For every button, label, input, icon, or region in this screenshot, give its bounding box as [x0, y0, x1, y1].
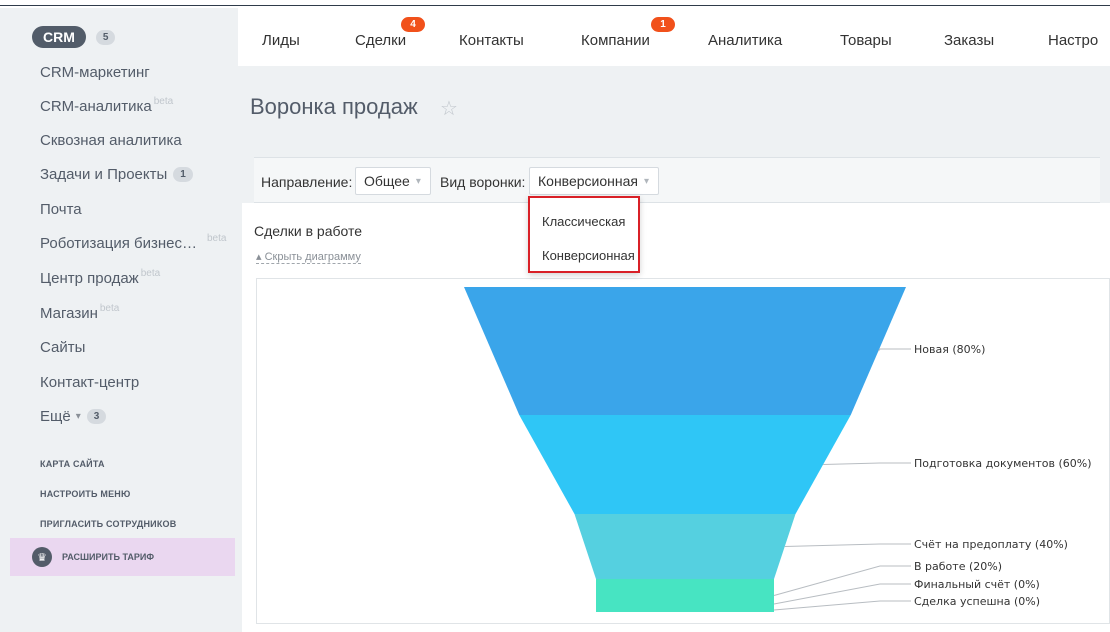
- dropdown-option-conversion[interactable]: Конверсионная: [542, 248, 635, 263]
- companies-count-badge: 1: [651, 17, 675, 32]
- funnel-band[interactable]: [464, 287, 906, 415]
- sidebar-item-label: Роботизация бизнес…: [40, 235, 197, 252]
- hide-chart-label: Скрыть диаграмму: [264, 251, 361, 263]
- funnel-leader-line: [823, 462, 911, 465]
- sidebar-item-end-to-end-analytics[interactable]: Сквозная аналитика: [40, 132, 182, 149]
- deals-count-badge: 4: [401, 17, 425, 32]
- sidebar-item-automation[interactable]: Роботизация бизнес… beta: [40, 233, 227, 252]
- funnel-chart-area: Новая (80%) Подготовка документов (60%) Сч…: [256, 278, 1110, 624]
- sidebar-item-label: Центр продаж: [40, 270, 139, 287]
- tasks-count-badge: 1: [173, 167, 193, 182]
- tab-orders[interactable]: Заказы: [944, 32, 994, 49]
- tab-leads[interactable]: Лиды: [262, 32, 300, 49]
- funnel-stage-label: Счёт на предоплату (40%): [914, 538, 1068, 551]
- sidebar-item-label: Магазин: [40, 305, 98, 322]
- direction-select-value: Общее: [364, 173, 410, 189]
- tab-settings[interactable]: Настро: [1048, 32, 1098, 49]
- funnel-stage-label: Новая (80%): [914, 343, 985, 356]
- sidebar-item-shop[interactable]: Магазин beta: [40, 303, 120, 322]
- hide-chart-link[interactable]: ▴ Скрыть диаграмму: [256, 250, 361, 264]
- section-title: Сделки в работе: [254, 223, 363, 239]
- sidebar-item-sales-center[interactable]: Центр продаж beta: [40, 268, 161, 287]
- funnel-type-dropdown: Классическая Конверсионная: [528, 196, 640, 273]
- tab-label: Лиды: [262, 32, 300, 49]
- funnel-stage-label: В работе (20%): [914, 560, 1002, 573]
- filter-bar: Направление: Общее ▾ Вид воронки: Конвер…: [254, 157, 1100, 203]
- tab-companies[interactable]: 1 Компании: [581, 17, 675, 49]
- funnel-leader-line: [877, 348, 911, 352]
- app-window: CRM 5 CRM-маркетинг CRM-аналитика beta С…: [0, 0, 1110, 632]
- sidebar-item-label: Ещё: [40, 408, 71, 425]
- tab-analytics[interactable]: Аналитика: [708, 32, 782, 49]
- tab-products[interactable]: Товары: [840, 32, 892, 49]
- tab-contacts[interactable]: Контакты: [459, 32, 524, 49]
- direction-select[interactable]: Общее ▾: [355, 167, 431, 195]
- funnel-stage-label: Подготовка документов (60%): [914, 457, 1092, 470]
- beta-tag: beta: [153, 96, 174, 107]
- sidebar-item-sites[interactable]: Сайты: [40, 339, 85, 356]
- top-navigation: Лиды 4 Сделки Контакты 1 Компании Аналит…: [238, 8, 1110, 66]
- funnel-band[interactable]: [596, 579, 774, 612]
- tab-label: Контакты: [459, 32, 524, 49]
- beta-tag: beta: [207, 233, 227, 244]
- funnel-stage-label: Сделка успешна (0%): [914, 595, 1040, 608]
- funnel-type-select-value: Конверсионная: [538, 173, 638, 189]
- sidebar-item-crm-marketing[interactable]: CRM-маркетинг: [40, 64, 150, 81]
- sidebar-item-label: Контакт-центр: [40, 374, 140, 391]
- crm-header[interactable]: CRM 5: [32, 26, 116, 48]
- left-sidebar: CRM 5 CRM-маркетинг CRM-аналитика beta С…: [0, 8, 238, 632]
- funnel-leader-line: [773, 600, 911, 611]
- invite-employees-link[interactable]: ПРИГЛАСИТЬ СОТРУДНИКОВ: [40, 519, 176, 529]
- sitemap-link[interactable]: КАРТА САЙТА: [40, 459, 105, 469]
- window-top-border: [0, 0, 1110, 6]
- configure-menu-link[interactable]: НАСТРОИТЬ МЕНЮ: [40, 489, 130, 499]
- content-card: Сделки в работе ▴ Скрыть диаграмму Новая…: [242, 203, 1110, 632]
- chevron-down-icon: ▾: [415, 175, 421, 187]
- sidebar-item-label: Почта: [40, 201, 82, 218]
- sidebar-item-label: CRM-маркетинг: [40, 64, 150, 81]
- crm-count-badge: 5: [95, 29, 116, 45]
- sidebar-item-crm-analytics[interactable]: CRM-аналитика beta: [40, 96, 174, 115]
- dropdown-option-classic[interactable]: Классическая: [542, 214, 625, 229]
- sidebar-item-tasks[interactable]: Задачи и Проекты 1: [40, 166, 193, 183]
- tab-label: Заказы: [944, 32, 995, 49]
- tab-label: Компании: [581, 32, 650, 49]
- direction-label: Направление:: [261, 174, 353, 190]
- funnel-band[interactable]: [519, 415, 851, 514]
- funnel-leader-line: [784, 543, 911, 547]
- sidebar-item-label: Сквозная аналитика: [40, 132, 182, 149]
- crm-pill[interactable]: CRM: [32, 26, 86, 48]
- tab-label: Настро: [1048, 32, 1099, 49]
- tab-label: Товары: [840, 32, 892, 49]
- chevron-down-icon: ▾: [643, 175, 649, 187]
- sidebar-item-label: Сайты: [40, 339, 86, 356]
- funnel-chart: Новая (80%) Подготовка документов (60%) Сч…: [464, 287, 1092, 612]
- beta-tag: beta: [99, 303, 120, 314]
- crown-icon: ♛: [32, 547, 52, 567]
- sidebar-item-more[interactable]: Ещё ▾ 3: [40, 408, 107, 425]
- funnel-type-label: Вид воронки:: [440, 174, 526, 190]
- page-title: Воронка продаж: [250, 94, 418, 119]
- upgrade-plan-button[interactable]: ♛ РАСШИРИТЬ ТАРИФ: [10, 538, 235, 576]
- chevron-down-icon: ▾: [75, 411, 81, 422]
- tab-deals[interactable]: 4 Сделки: [355, 17, 425, 49]
- beta-tag: beta: [140, 268, 161, 279]
- sidebar-item-mail[interactable]: Почта: [40, 201, 82, 218]
- upgrade-plan-label: РАСШИРИТЬ ТАРИФ: [62, 552, 155, 562]
- funnel-type-select[interactable]: Конверсионная ▾: [529, 167, 659, 195]
- tab-label: Сделки: [355, 32, 407, 49]
- chevron-up-icon: ▴: [256, 251, 265, 263]
- sidebar-item-contact-center[interactable]: Контакт-центр: [40, 374, 139, 391]
- tab-label: Аналитика: [708, 32, 783, 49]
- funnel-stage-label: Финальный счёт (0%): [914, 578, 1040, 591]
- sidebar-item-label: CRM-аналитика: [40, 98, 152, 115]
- more-count-badge: 3: [86, 409, 107, 424]
- star-icon[interactable]: ☆: [440, 96, 458, 121]
- funnel-band[interactable]: [574, 514, 796, 579]
- sidebar-item-label: Задачи и Проекты: [40, 166, 168, 183]
